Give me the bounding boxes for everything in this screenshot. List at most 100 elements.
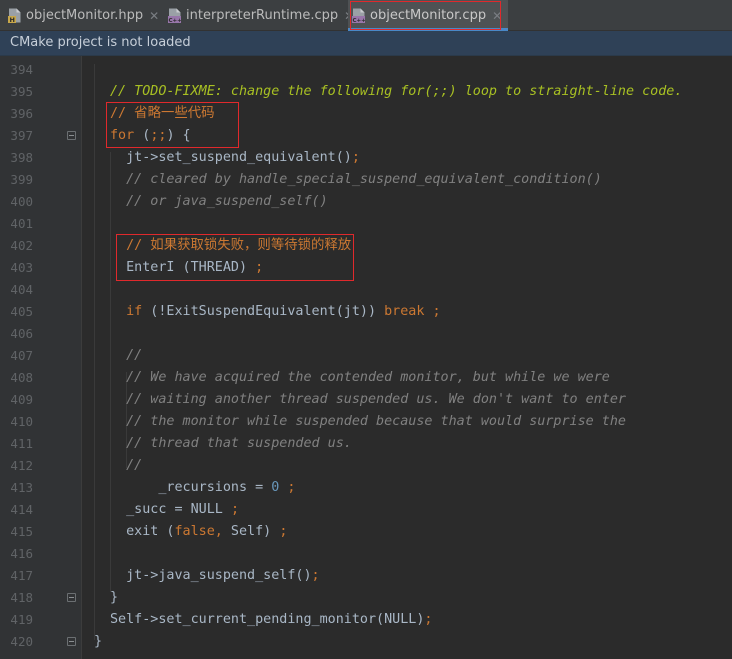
line-number: 416: [10, 546, 33, 561]
code-token: }: [94, 634, 103, 649]
line-number: 414: [10, 502, 33, 517]
code-text: // waiting another thread suspended us. …: [110, 389, 626, 411]
tab-interpreterruntime-cpp[interactable]: C++interpreterRuntime.cpp✕: [168, 0, 354, 31]
code-token: ;: [424, 612, 433, 627]
code-line[interactable]: 399 // cleared by handle_special_suspend…: [0, 169, 732, 191]
code-line[interactable]: 398 jt->set_suspend_equivalent();: [0, 147, 732, 169]
code-line[interactable]: 395 // TODO-FIXME: change the following f…: [0, 81, 732, 103]
line-number: 395: [10, 84, 33, 99]
close-icon[interactable]: ✕: [149, 9, 159, 23]
line-number: 402: [10, 238, 33, 253]
svg-text:H: H: [10, 16, 15, 23]
code-token: // We have acquired the contended monito…: [110, 370, 610, 385]
fold-marker-icon[interactable]: [67, 131, 76, 140]
cmake-notice-text: CMake project is not loaded: [10, 35, 191, 50]
code-editor[interactable]: 394 395 // TODO-FIXME: change the followin…: [0, 56, 732, 659]
code-line[interactable]: 403 EnterI (THREAD) ;: [0, 257, 732, 279]
code-line[interactable]: 407 //: [0, 345, 732, 367]
line-number: 398: [10, 150, 33, 165]
line-number: 403: [10, 260, 33, 275]
line-number: 400: [10, 194, 33, 209]
code-line[interactable]: 416: [0, 543, 732, 565]
code-line[interactable]: 394: [0, 59, 732, 81]
code-text: }: [94, 631, 102, 653]
code-token: Self->set_current_pending_monitor(NULL): [110, 612, 425, 627]
code-token: ;: [432, 304, 441, 319]
code-line[interactable]: 397 for (;;) {: [0, 125, 732, 147]
code-token: (!ExitSuspendEquivalent(jt)): [142, 304, 385, 319]
code-text: Self->set_current_pending_monitor(NULL);: [110, 609, 432, 631]
line-number: 411: [10, 436, 33, 451]
line-number: 412: [10, 458, 33, 473]
code-line[interactable]: 406: [0, 323, 732, 345]
line-number: 409: [10, 392, 33, 407]
code-token: }: [110, 590, 119, 605]
code-text: exit (false, Self) ;: [110, 521, 287, 543]
code-token: // 如果获取锁失败，则等待锁的释放: [110, 238, 352, 253]
code-text: // We have acquired the contended monito…: [110, 367, 610, 389]
tab-objectmonitor-cpp[interactable]: C++ objectMonitor.cpp ✕: [348, 0, 509, 31]
code-token: EnterI (THREAD): [110, 260, 256, 275]
code-line[interactable]: 402 // 如果获取锁失败，则等待锁的释放: [0, 235, 732, 257]
code-line[interactable]: 396 // 省略一些代码: [0, 103, 732, 125]
code-line[interactable]: 413 _recursions = 0 ;: [0, 477, 732, 499]
code-line[interactable]: 410 // the monitor while suspended becau…: [0, 411, 732, 433]
code-text: // 省略一些代码: [110, 103, 215, 125]
code-token: ;: [287, 480, 296, 495]
close-icon[interactable]: ✕: [492, 9, 502, 23]
line-number: 419: [10, 612, 33, 627]
line-number: 401: [10, 216, 33, 231]
code-line[interactable]: 408 // We have acquired the contended mo…: [0, 367, 732, 389]
code-token: break: [384, 304, 425, 319]
line-number: 408: [10, 370, 33, 385]
code-line[interactable]: 412 //: [0, 455, 732, 477]
fold-marker-icon[interactable]: [67, 637, 76, 646]
fold-marker-icon[interactable]: [67, 593, 76, 602]
code-token: for: [110, 128, 135, 143]
code-line[interactable]: 418}: [0, 587, 732, 609]
code-text: for (;;) {: [110, 125, 191, 147]
code-line[interactable]: 415 exit (false, Self) ;: [0, 521, 732, 543]
line-number: 396: [10, 106, 33, 121]
code-line[interactable]: 404: [0, 279, 732, 301]
code-line[interactable]: 420}: [0, 631, 732, 653]
code-token: // waiting another thread suspended us. …: [110, 392, 626, 407]
code-token: //: [110, 458, 143, 473]
code-line[interactable]: 401: [0, 213, 732, 235]
code-text: // TODO-FIXME: change the following for(…: [110, 81, 682, 103]
cpp-file-icon: C++: [168, 8, 182, 24]
code-line[interactable]: 409 // waiting another thread suspended …: [0, 389, 732, 411]
code-text: // cleared by handle_special_suspend_equ…: [110, 169, 602, 191]
code-text: _succ = NULL ;: [110, 499, 239, 521]
code-token: (: [134, 128, 151, 143]
code-line[interactable]: 405 if (!ExitSuspendEquivalent(jt)) brea…: [0, 301, 732, 323]
code-token: exit (: [110, 524, 175, 539]
line-number: 407: [10, 348, 33, 363]
svg-text:C++: C++: [353, 18, 366, 23]
cmake-notification-bar: CMake project is not loaded: [0, 31, 732, 56]
code-token: _succ = NULL: [110, 502, 231, 517]
code-line[interactable]: 411 // thread that suspended us.: [0, 433, 732, 455]
cpp-file-icon: C++: [352, 8, 366, 24]
code-token: // the monitor while suspended because t…: [110, 414, 626, 429]
tab-objectmonitor-hpp[interactable]: HobjectMonitor.hpp ✕: [8, 0, 159, 31]
code-text: // 如果获取锁失败，则等待锁的释放: [110, 235, 351, 257]
code-token: Self): [222, 524, 280, 539]
code-line[interactable]: 414 _succ = NULL ;: [0, 499, 732, 521]
code-line[interactable]: 400 // or java_suspend_self(): [0, 191, 732, 213]
editor-tab-bar: HobjectMonitor.hpp ✕ C++ interpreterRuntim…: [0, 0, 732, 31]
code-token: ;: [255, 260, 264, 275]
code-token: if: [126, 304, 143, 319]
line-number: 399: [10, 172, 33, 187]
code-token: //: [110, 348, 143, 363]
code-token: ) {: [166, 128, 191, 143]
line-number: 394: [10, 62, 33, 77]
line-number: 397: [10, 128, 33, 143]
code-line[interactable]: 419 Self->set_current_pending_monitor(NUL…: [0, 609, 732, 631]
code-text: // thread that suspended us.: [110, 433, 352, 455]
tab-label: objectMonitor.cpp: [370, 8, 487, 23]
code-line[interactable]: 417 jt->java_suspend_self();: [0, 565, 732, 587]
code-token: // TODO-FIXME: change the following for(…: [110, 84, 683, 99]
code-token: jt->java_suspend_self(): [110, 568, 312, 583]
code-token: // thread that suspended us.: [110, 436, 352, 451]
